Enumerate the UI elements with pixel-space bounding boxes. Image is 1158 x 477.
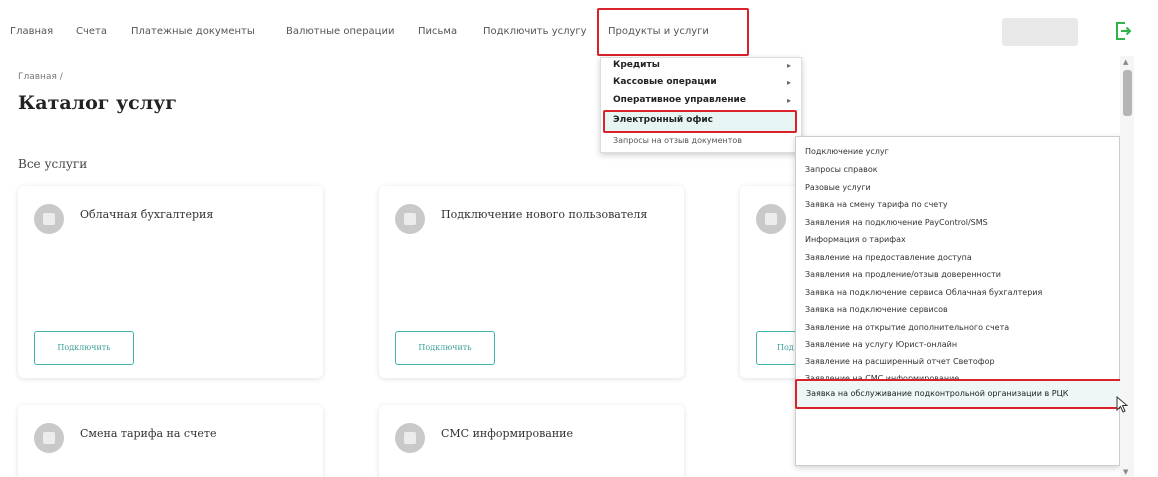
- service-icon: [34, 423, 64, 453]
- scroll-down-arrow-icon[interactable]: ▼: [1123, 468, 1128, 476]
- service-icon: [34, 204, 64, 234]
- service-card-tariff-change: Смена тарифа на счете: [18, 405, 323, 477]
- scroll-up-arrow-icon[interactable]: ▲: [1123, 58, 1128, 66]
- submenu-item[interactable]: Информация о тарифах: [805, 235, 906, 244]
- submenu-item[interactable]: Заявления на подключение PayControl/SMS: [805, 218, 988, 227]
- submenu-item-rcc-service[interactable]: Заявка на обслуживание подконтрольной ор…: [806, 389, 1068, 398]
- products-highlight-frame: [597, 8, 749, 56]
- submenu-item[interactable]: Заявления на продление/отзыв доверенност…: [805, 270, 1001, 279]
- menu-item-document-revocation[interactable]: Запросы на отзыв документов: [613, 136, 742, 145]
- service-icon: [756, 204, 786, 234]
- service-icon: [395, 423, 425, 453]
- page-title: Каталог услуг: [18, 92, 177, 114]
- service-icon: [395, 204, 425, 234]
- chevron-right-icon: ▸: [787, 78, 792, 87]
- nav-item-accounts[interactable]: Счета: [76, 26, 107, 37]
- mouse-cursor-icon: [1116, 396, 1128, 413]
- breadcrumb[interactable]: Главная /: [18, 72, 63, 82]
- logout-icon[interactable]: [1114, 21, 1132, 41]
- submenu-item[interactable]: Подключение услуг: [805, 147, 889, 156]
- submenu-item[interactable]: Запросы справок: [805, 165, 878, 174]
- service-card-new-user: Подключение нового пользователя Подключи…: [379, 186, 684, 378]
- card-title: Подключение нового пользователя: [441, 208, 648, 221]
- menu-item-cash-operations[interactable]: Кассовые операции: [613, 77, 717, 87]
- user-info-block[interactable]: [1002, 18, 1078, 46]
- nav-item-payment-documents[interactable]: Платежные документы: [131, 26, 255, 37]
- electronic-office-highlight-frame: [603, 110, 797, 133]
- top-navigation: Главная Счета Платежные документы Валютн…: [0, 0, 1158, 62]
- service-card-cloud-accounting: Облачная бухгалтерия Подключить: [18, 186, 323, 378]
- submenu-item[interactable]: Заявление на услугу Юрист-онлайн: [805, 340, 957, 349]
- submenu-item[interactable]: Заявление на предоставление доступа: [805, 253, 972, 262]
- submenu-item[interactable]: Заявка на подключение сервисов: [805, 305, 948, 314]
- section-title: Все услуги: [18, 157, 88, 171]
- nav-item-connect-service[interactable]: Подключить услугу: [483, 26, 587, 37]
- submenu-item[interactable]: Заявление на расширенный отчет Светофор: [805, 357, 995, 366]
- submenu-item[interactable]: Заявка на смену тарифа по счету: [805, 200, 948, 209]
- highlighted-submenu-item[interactable]: Заявка на обслуживание подконтрольной ор…: [795, 379, 1124, 409]
- scrollbar-thumb[interactable]: [1123, 70, 1132, 116]
- card-title: СМС информирование: [441, 427, 574, 440]
- nav-item-letters[interactable]: Письма: [418, 26, 457, 37]
- menu-item-credits[interactable]: Кредиты: [613, 60, 660, 70]
- chevron-right-icon: ▸: [787, 96, 792, 105]
- card-title: Облачная бухгалтерия: [80, 208, 214, 221]
- submenu-item[interactable]: Заявка на подключение сервиса Облачная б…: [805, 288, 1042, 297]
- electronic-office-submenu: Подключение услуг Запросы справок Разовы…: [795, 136, 1120, 466]
- nav-item-home[interactable]: Главная: [10, 26, 53, 37]
- service-card-sms-info: СМС информирование: [379, 405, 684, 477]
- submenu-item[interactable]: Заявление на открытие дополнительного сч…: [805, 323, 1009, 332]
- products-dropdown-menu: Кредиты ▸ Кассовые операции ▸ Оперативно…: [600, 57, 802, 153]
- chevron-right-icon: ▸: [787, 61, 792, 70]
- connect-button[interactable]: Подключить: [395, 331, 495, 365]
- menu-item-operational-management[interactable]: Оперативное управление: [613, 95, 746, 105]
- service-card-partial: Под: [740, 186, 806, 378]
- submenu-item[interactable]: Разовые услуги: [805, 183, 871, 192]
- nav-item-currency-operations[interactable]: Валютные операции: [286, 26, 394, 37]
- connect-button[interactable]: Подключить: [34, 331, 134, 365]
- card-title: Смена тарифа на счете: [80, 427, 217, 440]
